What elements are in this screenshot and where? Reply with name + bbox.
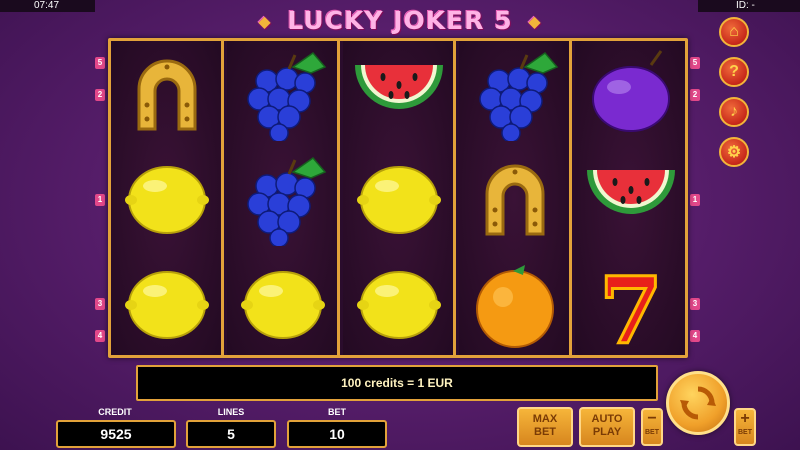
reel-cell [227, 146, 340, 250]
lemon-icon [241, 271, 325, 339]
settings-button[interactable]: ⚙ [719, 137, 749, 167]
clock: 07:47 [0, 0, 95, 12]
lemon-icon [125, 166, 209, 234]
bet-value: 10 [287, 420, 387, 448]
max-bet-line2: BET [534, 426, 556, 438]
reel-3 [343, 41, 456, 355]
payline-marker-left[interactable]: 2 [95, 89, 105, 101]
lines-label: LINES [217, 407, 245, 417]
minus-icon: − [647, 410, 657, 427]
auto-play-line1: AUTO [591, 413, 623, 425]
grapes-icon [479, 51, 559, 141]
grapes-icon [247, 51, 327, 141]
help-button[interactable]: ? [719, 57, 749, 87]
credit-label: CREDIT [98, 407, 132, 417]
reel-cell [575, 41, 688, 145]
payline-marker-right[interactable]: 4 [690, 330, 700, 342]
max-bet-button[interactable]: MAX BET [517, 407, 573, 447]
session-id: ID: - [698, 0, 800, 12]
reel-cell [459, 251, 572, 355]
orange-icon [476, 265, 554, 348]
reel-cell [111, 41, 224, 145]
payline-marker-left[interactable]: 5 [95, 57, 105, 69]
help-icon: ? [729, 63, 739, 80]
spin-button[interactable] [666, 371, 730, 435]
horseshoe-icon [485, 164, 545, 236]
reels-frame: 7 [108, 38, 688, 358]
lines-value: 5 [186, 420, 276, 448]
lemon-icon [357, 271, 441, 339]
lemon-icon [357, 166, 441, 234]
grapes-icon [247, 156, 327, 246]
game-title-text: LUCKY JOKER 5 [287, 6, 513, 35]
reel-cell [227, 251, 340, 355]
credit-value: 9525 [56, 420, 176, 448]
reel-cell [459, 41, 572, 145]
bet-label: BET [328, 407, 346, 417]
title-right-ornament-icon: ◆ [528, 12, 542, 31]
sound-button[interactable]: ♪ [719, 97, 749, 127]
message-bar: 100 credits = 1 EUR [136, 365, 658, 401]
reel-cell [343, 251, 456, 355]
horseshoe-icon [137, 59, 197, 131]
payline-marker-right[interactable]: 2 [690, 89, 700, 101]
reel-cell [111, 251, 224, 355]
reel-cell [343, 146, 456, 250]
max-bet-line1: MAX [532, 413, 558, 425]
reel-cell [575, 146, 688, 250]
auto-play-line2: PLAY [592, 426, 622, 438]
watermelon-icon [355, 65, 443, 109]
spin-arrows-icon [680, 386, 716, 420]
bet-decrease-button[interactable]: − BET [641, 408, 663, 446]
payline-marker-right[interactable]: 5 [690, 57, 700, 69]
reel-1 [111, 41, 224, 355]
title-left-ornament-icon: ◆ [258, 12, 272, 31]
settings-icon: ⚙ [726, 144, 742, 161]
payline-marker-right[interactable]: 1 [690, 194, 700, 206]
svg-text:7: 7 [599, 257, 663, 351]
reel-cell [111, 146, 224, 250]
reel-2 [227, 41, 340, 355]
bet-increase-caption: BET [738, 429, 752, 436]
reel-4 [459, 41, 572, 355]
seven-icon: 7 [597, 256, 664, 352]
reel-5: 7 [575, 41, 685, 355]
payline-marker-left[interactable]: 3 [95, 298, 105, 310]
sound-icon: ♪ [730, 103, 738, 120]
payline-marker-right[interactable]: 3 [690, 298, 700, 310]
payline-marker-left[interactable]: 4 [95, 330, 105, 342]
payline-marker-left[interactable]: 1 [95, 194, 105, 206]
bet-decrease-caption: BET [645, 429, 659, 436]
reel-cell [459, 146, 572, 250]
home-icon: ⌂ [729, 23, 739, 40]
reel-cell [343, 41, 456, 145]
reel-cell: 7 [575, 251, 688, 355]
plus-icon: + [740, 410, 750, 427]
lemon-icon [125, 271, 209, 339]
plum-icon [592, 50, 670, 132]
reel-cell [227, 41, 340, 145]
watermelon-icon [587, 170, 675, 214]
bet-increase-button[interactable]: + BET [734, 408, 756, 446]
home-button[interactable]: ⌂ [719, 17, 749, 47]
game-title: ◆ LUCKY JOKER 5 ◆ [250, 6, 550, 36]
auto-play-button[interactable]: AUTO PLAY [579, 407, 635, 447]
